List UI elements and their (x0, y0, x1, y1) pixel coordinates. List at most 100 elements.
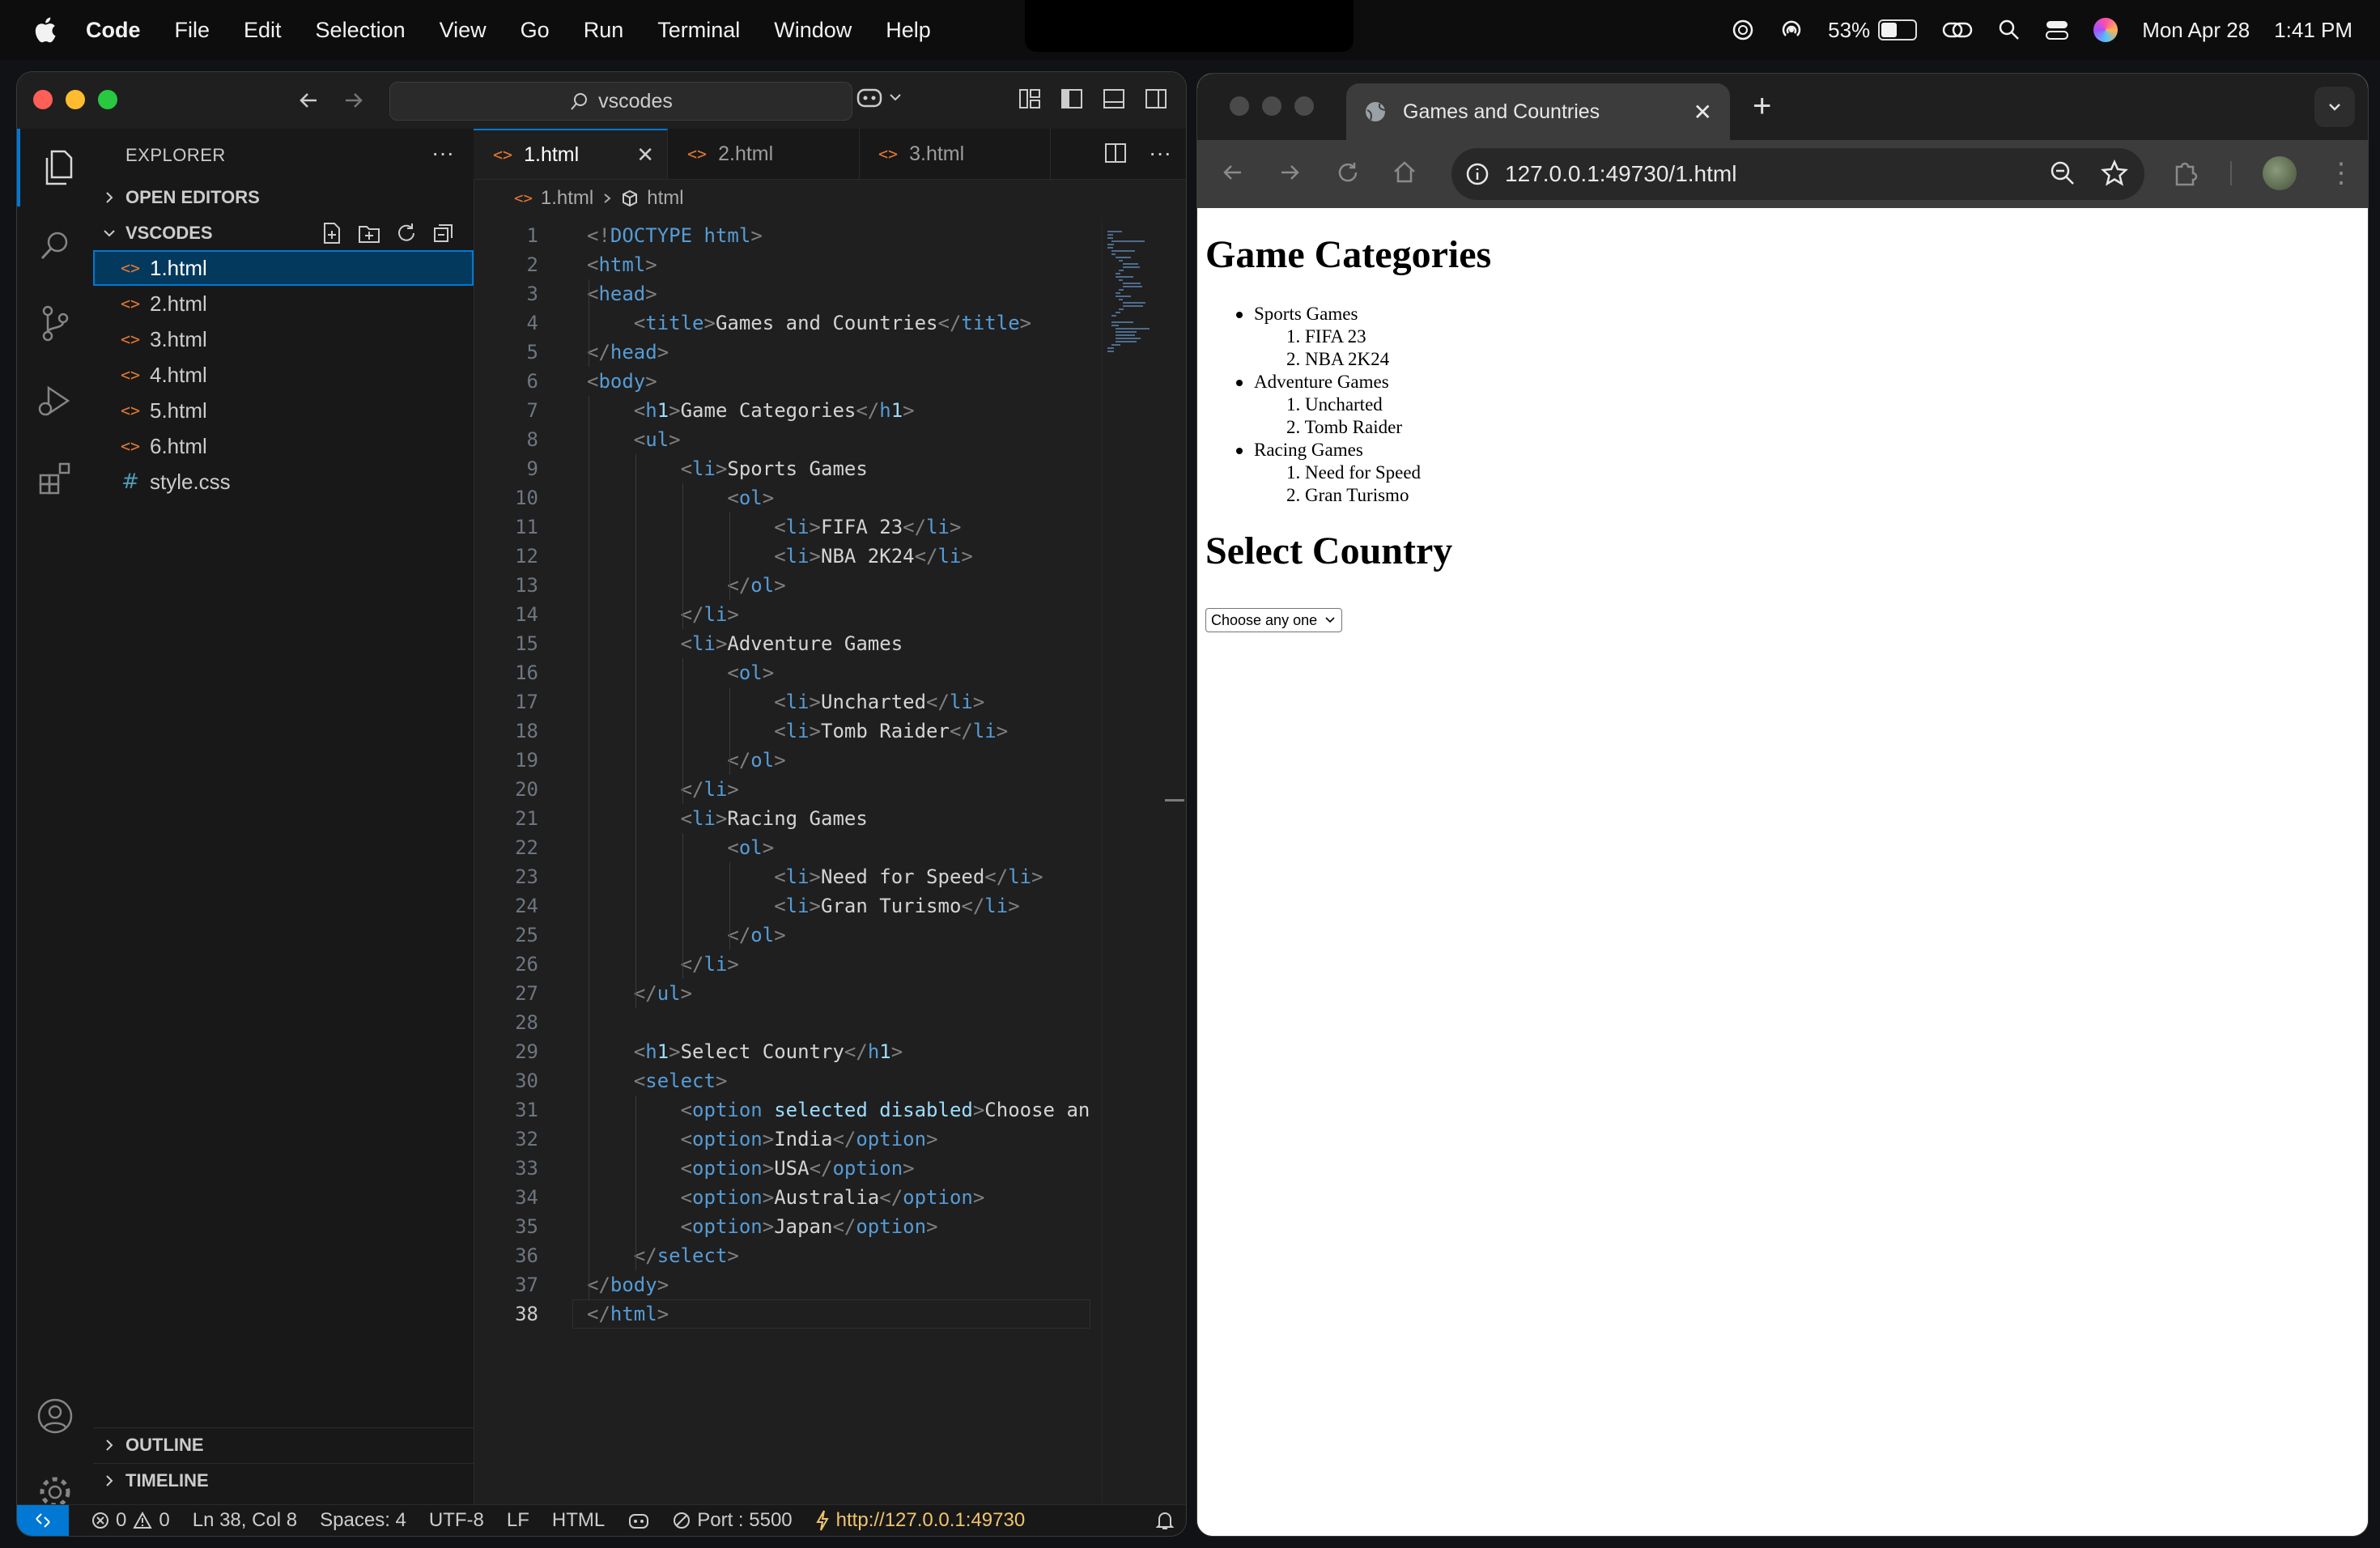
code-line[interactable]: 20 </li> (474, 775, 1092, 804)
code-line[interactable]: 38 </html> (474, 1299, 1092, 1329)
code-line[interactable]: 14 </li> (474, 600, 1092, 629)
file-item-5-html[interactable]: <> 5.html (93, 393, 474, 428)
more-actions-icon[interactable]: ··· (1149, 140, 1171, 166)
refresh-icon[interactable] (394, 221, 419, 245)
toggle-primary-sidebar-icon[interactable] (1060, 87, 1084, 111)
customize-layout-icon[interactable] (1018, 87, 1042, 111)
chrome-tab-active[interactable]: Games and Countries ✕ (1346, 83, 1730, 140)
extensions-activity[interactable] (17, 440, 93, 517)
breadcrumb-file[interactable]: 1.html (541, 187, 593, 210)
copilot-button[interactable] (856, 85, 903, 109)
end-of-line[interactable]: LF (507, 1509, 529, 1532)
search-activity[interactable] (17, 206, 93, 284)
menu-run[interactable]: Run (584, 18, 624, 43)
command-center-search[interactable]: vscodes (389, 82, 852, 121)
siri-icon[interactable] (2093, 18, 2119, 42)
code-line[interactable]: 18 <li>Tomb Raider</li> (474, 717, 1092, 746)
code-line[interactable]: 12 <li>NBA 2K24</li> (474, 542, 1092, 571)
code-line[interactable]: 26 </li> (474, 950, 1092, 979)
menu-view[interactable]: View (440, 18, 487, 43)
file-item-style-css[interactable]: # style.css (93, 464, 474, 500)
code-line[interactable]: 7 <h1>Game Categories</h1> (474, 396, 1092, 425)
arrow-left-icon[interactable] (295, 87, 323, 114)
minimize-window-button[interactable] (1262, 96, 1281, 116)
copilot-status[interactable] (627, 1511, 650, 1530)
menubar-time[interactable]: 1:41 PM (2274, 18, 2352, 43)
file-item-1-html[interactable]: <> 1.html (93, 250, 474, 286)
menu-app-name[interactable]: Code (86, 18, 141, 43)
code-line[interactable]: 10 <ol> (474, 483, 1092, 512)
tab-search-button[interactable] (2314, 87, 2355, 127)
file-item-3-html[interactable]: <> 3.html (93, 321, 474, 357)
code-line[interactable]: 23 <li>Need for Speed</li> (474, 862, 1092, 891)
arrow-right-icon[interactable] (339, 87, 367, 114)
collapse-all-icon[interactable] (431, 221, 456, 245)
tab-1-html[interactable]: <> 1.html ✕ (474, 129, 668, 179)
problems-indicator[interactable]: 0 0 (91, 1509, 170, 1532)
code-line[interactable]: 34 <option>Australia</option> (474, 1183, 1092, 1212)
file-item-2-html[interactable]: <> 2.html (93, 286, 474, 321)
new-folder-icon[interactable] (357, 221, 381, 245)
more-actions-icon[interactable]: ··· (431, 140, 454, 166)
new-tab-button[interactable]: + (1753, 88, 1771, 125)
menu-edit[interactable]: Edit (244, 18, 282, 43)
code-line[interactable]: 9 <li>Sports Games (474, 454, 1092, 483)
file-item-6-html[interactable]: <> 6.html (93, 428, 474, 464)
split-editor-icon[interactable] (1103, 141, 1128, 165)
menu-file[interactable]: File (175, 18, 210, 43)
code-line[interactable]: 24 <li>Gran Turismo</li> (474, 891, 1092, 921)
reload-icon[interactable] (1332, 156, 1364, 189)
screen-mirroring-icon[interactable] (1941, 19, 1974, 41)
back-arrow-icon[interactable] (1217, 156, 1249, 189)
battery-indicator[interactable]: 53% (1828, 18, 1918, 43)
chatgpt-icon[interactable] (1731, 18, 1755, 42)
run-debug-activity[interactable] (17, 362, 93, 440)
tab-2-html[interactable]: <> 2.html (668, 129, 860, 179)
code-line[interactable]: 29 <h1>Select Country</h1> (474, 1037, 1092, 1066)
code-line[interactable]: 28 (474, 1008, 1092, 1037)
code-line[interactable]: 35 <option>Japan</option> (474, 1212, 1092, 1241)
code-line[interactable]: 11 <li>FIFA 23</li> (474, 512, 1092, 542)
close-tab-icon[interactable]: ✕ (1694, 99, 1712, 125)
code-line[interactable]: 36 </select> (474, 1241, 1092, 1270)
remote-indicator[interactable] (17, 1505, 69, 1536)
workspace-folder-section[interactable]: VSCODES (93, 216, 474, 250)
code-line[interactable]: 4 <title>Games and Countries</title> (474, 308, 1092, 338)
code-line[interactable]: 19 </ol> (474, 746, 1092, 775)
live-server-url[interactable]: http://127.0.0.1:49730 (815, 1509, 1025, 1532)
open-editors-section[interactable]: OPEN EDITORS (93, 181, 474, 215)
toggle-secondary-sidebar-icon[interactable] (1144, 87, 1168, 111)
site-info-icon[interactable] (1464, 161, 1490, 187)
menubar-date[interactable]: Mon Apr 28 (2142, 18, 2250, 43)
code-line[interactable]: 22 <ol> (474, 833, 1092, 862)
code-line[interactable]: 3 <head> (474, 279, 1092, 308)
zoom-icon[interactable] (2049, 159, 2076, 187)
new-file-icon[interactable] (320, 221, 344, 245)
code-line[interactable]: 16 <ol> (474, 658, 1092, 687)
menu-window[interactable]: Window (774, 18, 852, 43)
code-line[interactable]: 17 <li>Uncharted</li> (474, 687, 1092, 717)
extensions-puzzle-icon[interactable] (2170, 159, 2199, 188)
toggle-panel-icon[interactable] (1102, 87, 1126, 111)
minimap[interactable] (1102, 218, 1159, 1505)
zoom-window-button[interactable] (98, 90, 117, 109)
bookmark-star-icon[interactable] (2101, 159, 2128, 187)
airdrop-icon[interactable] (1779, 18, 1804, 42)
zoom-window-button[interactable] (1294, 96, 1314, 116)
cursor-position[interactable]: Ln 38, Col 8 (193, 1509, 297, 1532)
spotlight-search-icon[interactable] (1998, 19, 2021, 41)
apple-logo-icon[interactable] (32, 16, 57, 44)
forward-arrow-icon[interactable] (1273, 156, 1306, 189)
outline-section[interactable]: OUTLINE (93, 1427, 474, 1462)
explorer-activity[interactable] (17, 129, 96, 206)
minimize-window-button[interactable] (66, 90, 85, 109)
code-line[interactable]: 6 <body> (474, 367, 1092, 396)
menu-go[interactable]: Go (521, 18, 550, 43)
close-window-button[interactable] (33, 90, 53, 109)
code-line[interactable]: 32 <option>India</option> (474, 1125, 1092, 1154)
code-line[interactable]: 30 <select> (474, 1066, 1092, 1095)
home-icon[interactable] (1388, 156, 1421, 189)
source-control-activity[interactable] (17, 284, 93, 362)
code-line[interactable]: 31 <option selected disabled>Choose an (474, 1095, 1092, 1125)
live-server-port[interactable]: Port : 5500 (673, 1509, 793, 1532)
